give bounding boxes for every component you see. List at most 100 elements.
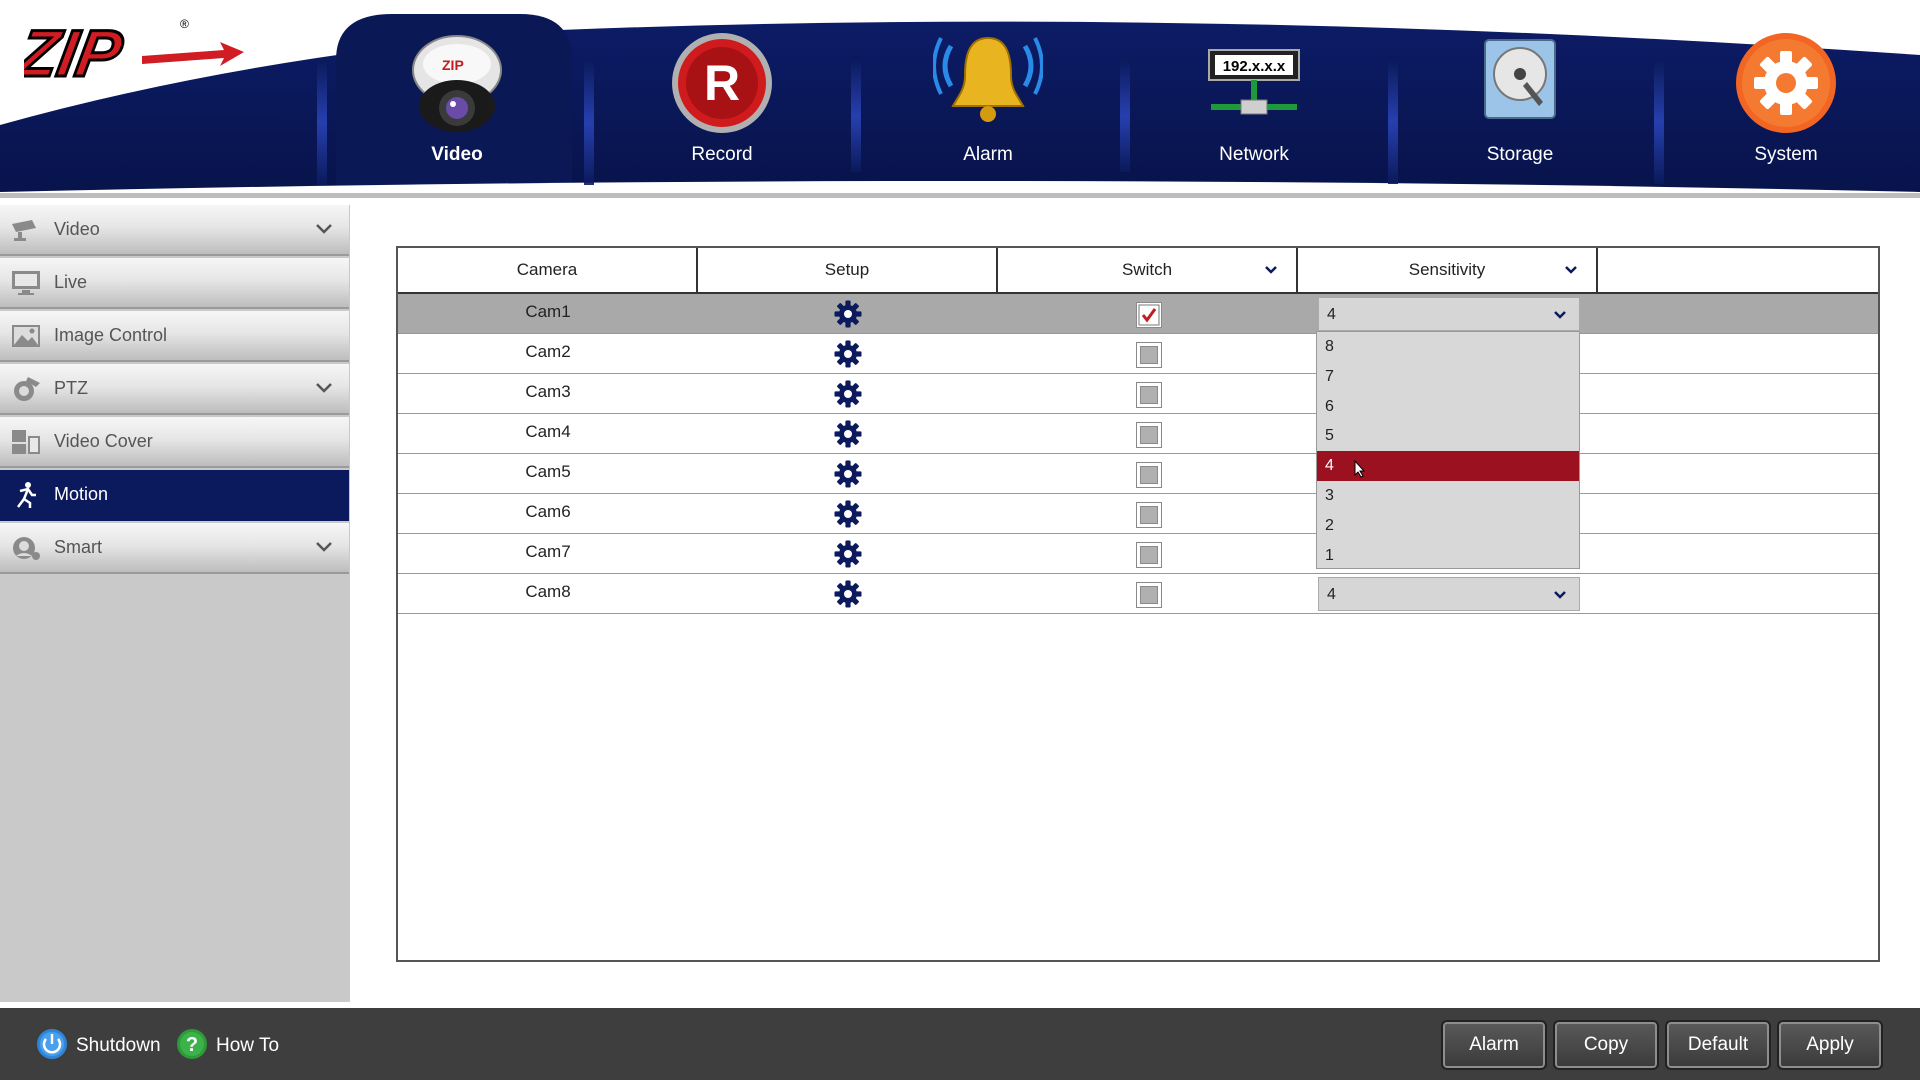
nav-label: Video [431, 144, 483, 165]
table-row[interactable]: Cam6 [398, 494, 1878, 534]
camera-name: Cam5 [525, 462, 571, 481]
sidebar-item-label: Motion [54, 484, 109, 504]
svg-text:ZIP: ZIP [442, 57, 464, 73]
switch-checkbox[interactable] [1136, 302, 1162, 328]
camera-name: Cam8 [525, 582, 571, 601]
svg-text:R: R [704, 55, 740, 111]
setup-gear-icon[interactable] [834, 340, 862, 368]
table-row[interactable]: Cam2 [398, 334, 1878, 374]
sidebar-item-label: PTZ [54, 378, 88, 398]
svg-text:192.x.x.x: 192.x.x.x [1223, 58, 1286, 75]
sidebar-item-label: Live [54, 272, 88, 292]
dropdown-option[interactable]: 2 [1317, 511, 1579, 541]
nav-storage[interactable]: Storage [1420, 18, 1620, 178]
setup-gear-icon[interactable] [834, 500, 862, 528]
sidebar-item-label: Video Cover [54, 431, 153, 451]
column-header-sensitivity[interactable]: Sensitivity [1298, 248, 1598, 294]
switch-checkbox[interactable] [1136, 502, 1162, 528]
setup-gear-icon[interactable] [834, 420, 862, 448]
camera-icon: ZIP [402, 28, 512, 138]
nav-system[interactable]: System [1686, 18, 1886, 178]
zip-logo: ZIP ® [8, 10, 254, 92]
nav-network[interactable]: 192.x.x.x Network [1154, 18, 1354, 178]
record-icon: R [667, 28, 777, 138]
chevron-down-icon [316, 224, 332, 234]
table-row[interactable]: Cam1 4 [398, 294, 1878, 334]
sensitivity-select[interactable]: 4 [1318, 297, 1580, 331]
column-header-blank [1598, 248, 1878, 294]
table-row[interactable]: Cam7 [398, 534, 1878, 574]
sidebar-item-label: Smart [54, 537, 103, 557]
switch-checkbox[interactable] [1136, 382, 1162, 408]
dropdown-option[interactable]: 5 [1317, 421, 1579, 451]
nav-label: Storage [1486, 144, 1554, 165]
nav-alarm[interactable]: Alarm [888, 18, 1088, 178]
shutdown-label: Shutdown [76, 1035, 161, 1056]
sidebar-item-video-cover[interactable]: Video Cover [0, 417, 349, 468]
nav-video[interactable]: ZIP Video [357, 18, 557, 178]
sensitivity-select[interactable]: 4 [1318, 577, 1580, 611]
camera-name: Cam4 [525, 422, 571, 441]
network-icon: 192.x.x.x [1199, 28, 1309, 138]
smart-icon [13, 537, 40, 560]
monitor-icon [12, 271, 40, 295]
sidebar-item-image-control[interactable]: Image Control [0, 311, 349, 362]
table-row[interactable]: Cam5 [398, 454, 1878, 494]
sidebar-item-smart[interactable]: Smart [0, 523, 349, 574]
setup-gear-icon[interactable] [834, 460, 862, 488]
how-to-label: How To [216, 1035, 280, 1056]
ptz-icon [14, 377, 40, 401]
camera-name: Cam2 [525, 342, 571, 361]
switch-checkbox[interactable] [1136, 422, 1162, 448]
motion-table: Camera Setup Switch Sensitivity Cam1 4 Cam… [396, 246, 1880, 962]
dropdown-option[interactable]: 1 [1317, 541, 1579, 571]
setup-gear-icon[interactable] [834, 580, 862, 608]
dropdown-option[interactable]: 6 [1317, 392, 1579, 422]
switch-checkbox[interactable] [1136, 542, 1162, 568]
image-icon [12, 325, 40, 347]
dropdown-option[interactable]: 8 [1317, 332, 1579, 362]
nav-label: Network [1219, 144, 1289, 165]
setup-gear-icon[interactable] [834, 380, 862, 408]
sidebar-item-motion[interactable]: Motion [0, 470, 349, 521]
table-row[interactable]: Cam4 [398, 414, 1878, 454]
camera-name: Cam6 [525, 502, 571, 521]
apply-button[interactable]: Apply [1777, 1020, 1883, 1070]
table-row[interactable]: Cam8 4 [398, 574, 1878, 614]
setup-gear-icon[interactable] [834, 540, 862, 568]
power-icon [37, 1029, 67, 1059]
nav-label: Record [691, 144, 753, 165]
dropdown-option[interactable]: 3 [1317, 481, 1579, 511]
column-header-switch[interactable]: Switch [998, 248, 1298, 294]
svg-text:ZIP: ZIP [24, 17, 128, 90]
sidebar-item-ptz[interactable]: PTZ [0, 364, 349, 415]
video-cover-icon [12, 430, 40, 454]
alarm-button[interactable]: Alarm [1441, 1020, 1547, 1070]
chevron-down-icon [1265, 266, 1277, 274]
default-button[interactable]: Default [1665, 1020, 1771, 1070]
sensitivity-value: 4 [1327, 586, 1336, 603]
sidebar-item-live[interactable]: Live [0, 258, 349, 309]
mouse-cursor [1354, 460, 1366, 478]
chevron-down-icon [316, 383, 332, 393]
copy-button[interactable]: Copy [1553, 1020, 1659, 1070]
svg-text:?: ? [186, 1034, 198, 1056]
sensitivity-dropdown-list[interactable]: 87654321 [1316, 331, 1580, 569]
column-header-camera: Camera [398, 248, 698, 294]
switch-checkbox[interactable] [1136, 462, 1162, 488]
top-navigation: ZIP ® ZIP Video R Record Alarm 192.x.x.x… [0, 0, 1920, 198]
setup-gear-icon[interactable] [834, 300, 862, 328]
nav-record[interactable]: R Record [622, 18, 822, 178]
chevron-down-icon [1554, 591, 1566, 599]
gear-icon [1731, 28, 1841, 138]
switch-checkbox[interactable] [1136, 342, 1162, 368]
switch-checkbox[interactable] [1136, 582, 1162, 608]
table-row[interactable]: Cam3 [398, 374, 1878, 414]
camera-name: Cam3 [525, 382, 571, 401]
sidebar: Video Live Image Control PTZ Video Cover… [0, 205, 350, 1002]
hard-drive-icon [1465, 28, 1575, 138]
dropdown-option[interactable]: 7 [1317, 362, 1579, 392]
chevron-down-icon [1554, 311, 1566, 319]
chevron-down-icon [316, 542, 332, 552]
sidebar-item-video[interactable]: Video [0, 205, 349, 256]
